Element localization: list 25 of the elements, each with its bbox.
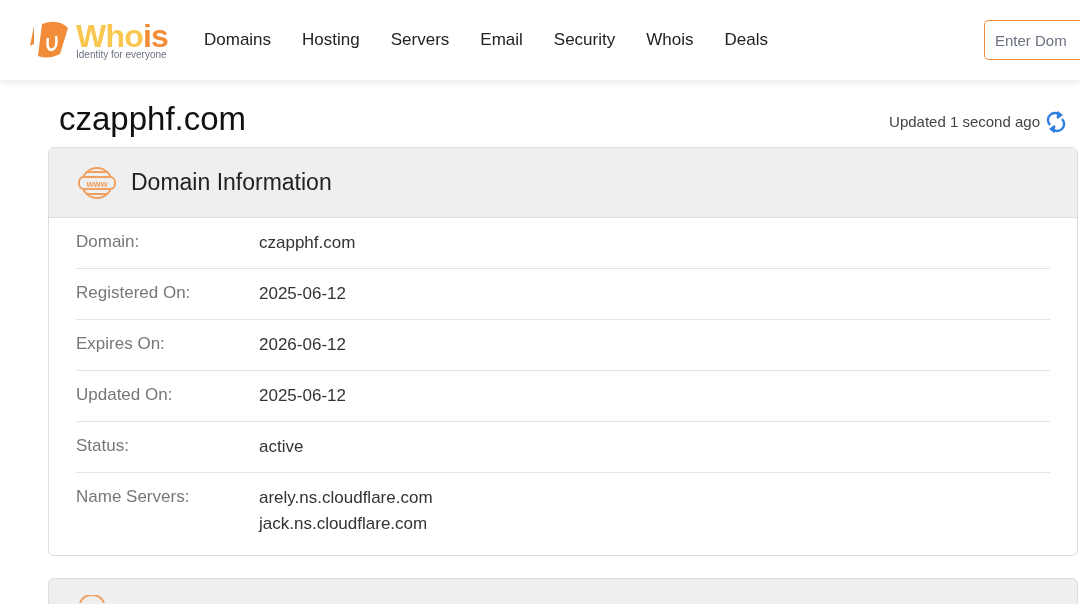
field-value: arely.ns.cloudflare.com (259, 487, 433, 509)
card-title: Domain Information (131, 168, 332, 198)
nav-link[interactable]: Hosting (302, 27, 360, 53)
nav-link[interactable]: Email (480, 27, 523, 53)
field-label: Status: (76, 435, 130, 457)
nav-link[interactable]: Deals (724, 27, 768, 53)
field-label: Name Servers: (76, 486, 191, 508)
field-value: 2025-06-12 (259, 283, 346, 305)
nav-link[interactable]: Domains (204, 27, 272, 53)
field-value: jack.ns.cloudflare.com (259, 513, 429, 535)
field-label: Expires On: (76, 333, 166, 355)
updated-text: Updated 1 second ago (889, 111, 1040, 132)
field-value: czapphf.com (259, 232, 356, 254)
field-label: Updated On: (76, 384, 174, 406)
nav-link[interactable]: Security (553, 27, 616, 53)
field-value: 2026-06-12 (259, 334, 346, 356)
nav-link[interactable]: Servers (390, 27, 450, 53)
search-field[interactable]: Enter Dom (984, 20, 1080, 60)
field-value: 2025-06-12 (259, 385, 346, 407)
logo-text: Whois Identity for everyone (76, 20, 168, 60)
field-label: Domain: (76, 231, 141, 253)
field-label: Registered On: (76, 282, 192, 304)
field-value: active (259, 436, 304, 458)
nav-link[interactable]: Whois (646, 27, 694, 53)
domain-title: czapphf.com (59, 102, 247, 135)
